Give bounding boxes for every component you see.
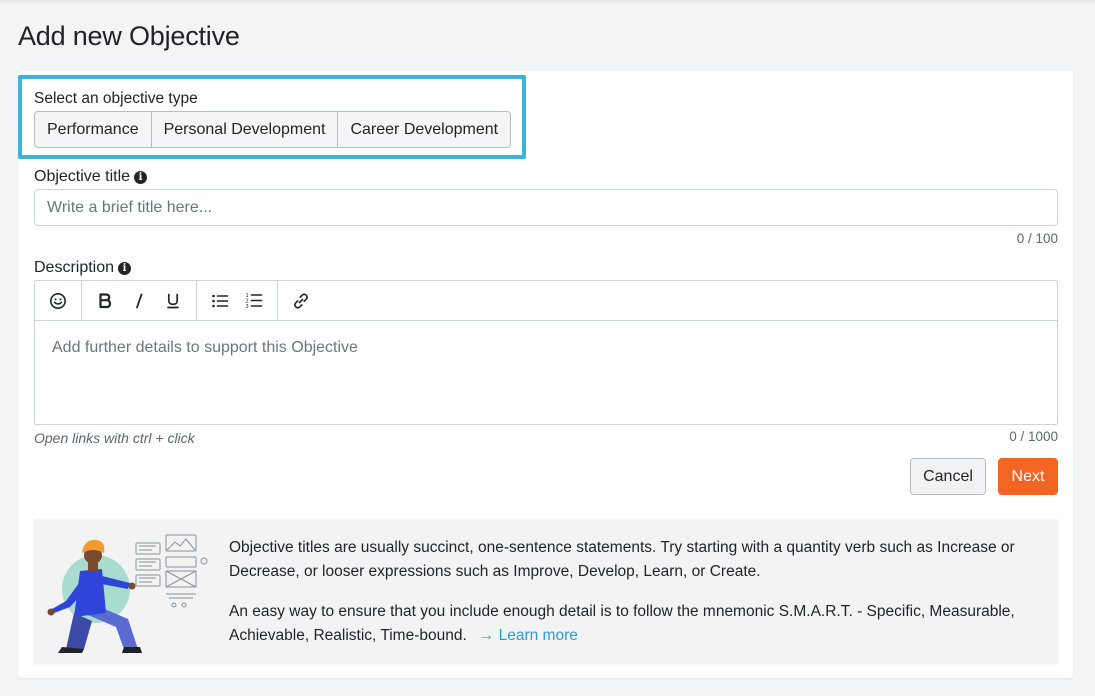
- italic-icon[interactable]: [122, 286, 156, 316]
- toolbar-group-lists: 123: [197, 281, 278, 320]
- tips-paragraph-2: An easy way to ensure that you include e…: [229, 600, 1019, 648]
- editor-hint: Open links with ctrl + click: [34, 430, 195, 446]
- numbered-list-icon[interactable]: 123: [237, 286, 271, 316]
- info-icon[interactable]: i: [118, 261, 132, 275]
- tips-text: Objective titles are usually succinct, o…: [229, 536, 1019, 664]
- emoji-icon[interactable]: [41, 286, 75, 316]
- next-button[interactable]: Next: [998, 458, 1058, 495]
- bullet-list-icon[interactable]: [203, 286, 237, 316]
- description-editor: 123 Add further details to support this …: [34, 280, 1058, 425]
- objective-type-group: Performance Personal Development Career …: [34, 111, 512, 148]
- description-label-text: Description: [34, 259, 115, 276]
- objective-title-input[interactable]: [34, 189, 1058, 226]
- objective-title-label-text: Objective title: [34, 168, 131, 185]
- tips-paragraph-2-text: An easy way to ensure that you include e…: [229, 603, 1015, 644]
- svg-text:3: 3: [246, 304, 249, 309]
- tips-panel: Objective titles are usually succinct, o…: [34, 519, 1058, 663]
- description-label: Description i: [34, 259, 132, 277]
- info-icon[interactable]: i: [134, 170, 148, 184]
- description-char-counter: 0 / 1000: [1009, 429, 1058, 444]
- person-illustration: [47, 534, 208, 653]
- type-performance-button[interactable]: Performance: [35, 112, 152, 147]
- cancel-button[interactable]: Cancel: [910, 458, 986, 495]
- bold-icon[interactable]: [88, 286, 122, 316]
- title-char-counter: 0 / 100: [1016, 231, 1058, 246]
- editor-toolbar: 123: [35, 281, 1057, 321]
- type-career-development-button[interactable]: Career Development: [338, 112, 510, 147]
- page-title: Add new Objective: [18, 21, 240, 51]
- toolbar-group-link: [278, 281, 324, 320]
- top-bar-shadow: [0, 0, 1095, 4]
- tips-paragraph-1: Objective titles are usually succinct, o…: [229, 539, 1015, 580]
- description-textarea[interactable]: Add further details to support this Obje…: [35, 321, 1057, 375]
- underline-icon[interactable]: [156, 286, 190, 316]
- type-personal-development-button[interactable]: Personal Development: [152, 112, 339, 147]
- toolbar-group-format: [82, 281, 197, 320]
- objective-type-label: Select an objective type: [34, 90, 198, 107]
- objective-title-label: Objective title i: [34, 168, 148, 186]
- learn-more-link[interactable]: → Learn more: [479, 627, 578, 644]
- link-icon[interactable]: [284, 286, 318, 316]
- toolbar-group-emoji: [35, 281, 82, 320]
